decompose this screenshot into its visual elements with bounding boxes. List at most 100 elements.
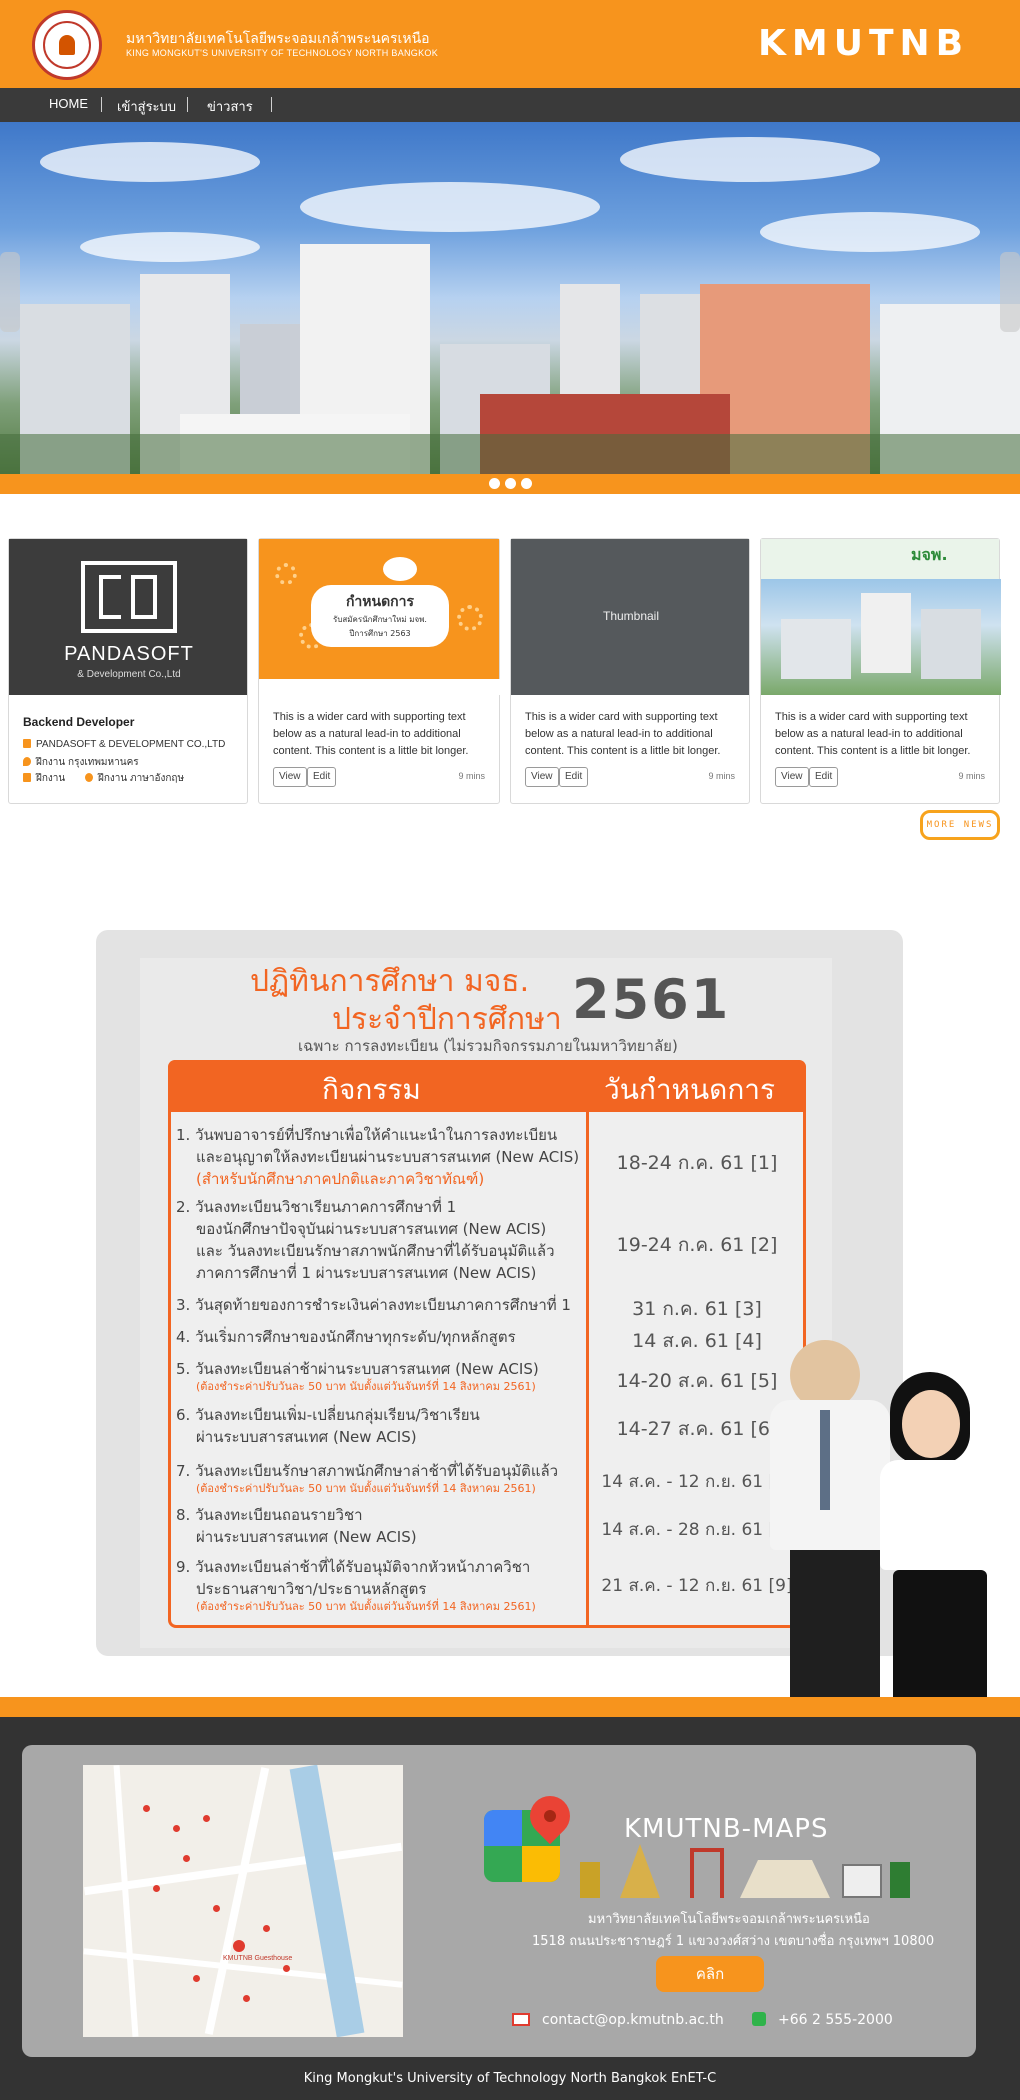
- job-card[interactable]: PANDASOFT & Development Co.,Ltd Backend …: [8, 538, 248, 804]
- nav-login[interactable]: เข้าสู่ระบบ: [117, 96, 176, 117]
- news-image: กำหนดการ รับสมัครนักศึกษาใหม่ มจพ. ปีการ…: [259, 539, 501, 695]
- email-text[interactable]: contact@op.kmutnb.ac.th: [542, 2012, 724, 2028]
- activity-line: 4. วันเริ่มการศึกษาของนักศึกษาทุกระดับ/ท…: [176, 1328, 516, 1346]
- calendar-date: 31 ก.ค. 61 [3]: [632, 1298, 762, 1320]
- map-click-button[interactable]: คลิก: [656, 1956, 764, 1992]
- thumbnail-image: Thumbnail: [511, 539, 749, 695]
- edit-button[interactable]: Edit: [307, 767, 337, 787]
- news-card[interactable]: มจพ. This is a wider card with supportin…: [760, 538, 1001, 804]
- calendar-activity: 6. วันลงทะเบียนเพิ่ม-เปลี่ยนกลุ่มเรียน/ว…: [176, 1404, 586, 1448]
- job-title[interactable]: Backend Developer: [23, 715, 134, 729]
- brand-logo[interactable]: KMUTNB: [758, 24, 988, 64]
- carousel-prev-button[interactable]: [0, 252, 20, 332]
- activity-line: ผ่านระบบสารสนเทศ (New ACIS): [196, 1528, 417, 1546]
- site-header: มหาวิทยาลัยเทคโนโลยีพระจอมเกล้าพระนครเหน…: [0, 0, 1020, 88]
- map-pin-icon[interactable]: [153, 1885, 160, 1892]
- map-pin-icon[interactable]: [183, 1855, 190, 1862]
- activity-line: 8. วันลงทะเบียนถอนรายวิชา: [176, 1506, 363, 1524]
- university-seal-icon[interactable]: [32, 10, 102, 80]
- activity-line: และอนุญาตให้ลงทะเบียนผ่านระบบสารสนเทศ (N…: [196, 1148, 580, 1166]
- calendar-activity: 5. วันลงทะเบียนล่าช้าผ่านระบบสารสนเทศ (N…: [176, 1358, 586, 1394]
- more-news-button[interactable]: MORE NEWS: [920, 810, 1000, 840]
- mascot-woman-skirt: [893, 1570, 987, 1697]
- carousel-indicator[interactable]: [489, 478, 500, 489]
- news-card[interactable]: Thumbnail This is a wider card with supp…: [510, 538, 750, 804]
- language-text: ฝึกงาน ภาษาอังกฤษ: [98, 773, 185, 784]
- phone-contact[interactable]: +66 2 555-2000: [752, 2012, 893, 2028]
- map-pin-icon[interactable]: [233, 1940, 245, 1952]
- view-button[interactable]: View: [775, 767, 809, 787]
- address-line: มหาวิทยาลัยเทคโนโลยีพระจอมเกล้าพระนครเหน…: [588, 1912, 870, 1927]
- card-text: This is a wider card with supporting tex…: [525, 711, 721, 757]
- main-nav: HOME เข้าสู่ระบบ ข่าวสาร: [0, 88, 1020, 122]
- news-card[interactable]: กำหนดการ รับสมัครนักศึกษาใหม่ มจพ. ปีการ…: [258, 538, 501, 804]
- news-image: มจพ.: [761, 539, 1001, 695]
- activity-line: 1. วันพบอาจารย์ที่ปรึกษาเพื่อให้คำแนะนำใ…: [176, 1126, 558, 1144]
- edit-button[interactable]: Edit: [559, 767, 589, 787]
- temple-illustration: [580, 1844, 910, 1898]
- activity-line: ภาคการศึกษาที่ 1 ผ่านระบบสารสนเทศ (New A…: [196, 1264, 537, 1282]
- image-title: มจพ.: [911, 545, 948, 564]
- activity-line: และ วันลงทะเบียนรักษาสภาพนักศึกษาที่ได้ร…: [196, 1242, 555, 1260]
- giant-swing-icon: [690, 1848, 724, 1898]
- map-pin-icon[interactable]: [283, 1965, 290, 1972]
- university-name-en: KING MONGKUT'S UNIVERSITY OF TECHNOLOGY …: [126, 48, 438, 58]
- phone-text[interactable]: +66 2 555-2000: [778, 2012, 893, 2028]
- gmap-segment: [484, 1810, 522, 1846]
- card-text: This is a wider card with supporting tex…: [273, 711, 469, 757]
- gmap-pin-dot: [544, 1810, 556, 1822]
- calendar-activity: 1. วันพบอาจารย์ที่ปรึกษาเพื่อให้คำแนะนำใ…: [176, 1124, 586, 1190]
- hero-carousel[interactable]: [0, 122, 1020, 474]
- statue-icon: [890, 1862, 910, 1898]
- activity-line: ประธานสาขาวิชา/ประธานหลักสูตร: [196, 1580, 427, 1598]
- map-road: [113, 1765, 139, 2037]
- carousel-indicator[interactable]: [521, 478, 532, 489]
- gear-icon: [457, 605, 483, 631]
- pandasoft-logo-icon: [81, 561, 177, 633]
- calendar-activity: 7. วันลงทะเบียนรักษาสภาพนักศึกษาล่าช้าที…: [176, 1460, 586, 1496]
- map-river: [289, 1765, 365, 2037]
- map-pin-icon[interactable]: [203, 1815, 210, 1822]
- column-divider: [586, 1060, 589, 1628]
- calendar-activity: 2. วันลงทะเบียนวิชาเรียนภาคการศึกษาที่ 1…: [176, 1196, 586, 1284]
- edit-button[interactable]: Edit: [809, 767, 839, 787]
- map-pin-icon[interactable]: [143, 1805, 150, 1812]
- map-pin-icon[interactable]: [173, 1825, 180, 1832]
- calendar-note: เฉพาะ การลงทะเบียน (ไม่รวมกิจกรรมภายในมห…: [298, 1037, 678, 1055]
- building-image: [921, 609, 981, 679]
- card-text: This is a wider card with supporting tex…: [775, 711, 971, 757]
- location-pin-icon: [23, 757, 31, 766]
- activity-line: ของนักศึกษาปัจจุบันผ่านระบบสารสนเทศ (New…: [196, 1220, 547, 1238]
- phone-icon: [752, 2012, 766, 2026]
- carousel-next-button[interactable]: [1000, 252, 1020, 332]
- activity-line: 6. วันลงทะเบียนเพิ่ม-เปลี่ยนกลุ่มเรียน/ว…: [176, 1406, 480, 1424]
- trees: [0, 434, 1020, 474]
- cloud: [40, 142, 260, 182]
- cloud: [300, 182, 600, 232]
- logo-subtext: & Development Co.,Ltd: [77, 669, 181, 680]
- map-pin-icon[interactable]: [193, 1975, 200, 1982]
- carousel-indicator[interactable]: [505, 478, 516, 489]
- calendar-activity: 8. วันลงทะเบียนถอนรายวิชา ผ่านระบบสารสนเ…: [176, 1504, 586, 1548]
- view-button[interactable]: View: [525, 767, 559, 787]
- view-button[interactable]: View: [273, 767, 307, 787]
- company-name: PANDASOFT & DEVELOPMENT CO.,LTD: [36, 739, 226, 750]
- monument-icon: [842, 1864, 882, 1898]
- google-maps-icon[interactable]: [484, 1787, 579, 1882]
- card-time: 9 mins: [458, 771, 485, 781]
- col-date-header: วันกำหนดการ: [604, 1073, 776, 1106]
- email-contact[interactable]: contact@op.kmutnb.ac.th: [512, 2012, 724, 2028]
- footer-band: [0, 1697, 1020, 1717]
- calendar-date: 19-24 ก.ค. 61 [2]: [616, 1234, 778, 1256]
- nav-home[interactable]: HOME: [49, 96, 88, 111]
- image-footer-strip: [259, 679, 501, 695]
- calendar-date: 21 ส.ค. - 12 ก.ย. 61 [9]: [601, 1576, 793, 1596]
- map-pin-icon[interactable]: [243, 1995, 250, 2002]
- map-pin-icon[interactable]: [213, 1905, 220, 1912]
- calendar-date: 18-24 ก.ค. 61 [1]: [616, 1152, 778, 1174]
- map-pin-icon[interactable]: [263, 1925, 270, 1932]
- graduation-cap-icon: [23, 773, 31, 782]
- building-image: [861, 593, 911, 673]
- campus-map[interactable]: KMUTNB Guesthouse: [83, 1765, 403, 2037]
- nav-news[interactable]: ข่าวสาร: [207, 96, 253, 117]
